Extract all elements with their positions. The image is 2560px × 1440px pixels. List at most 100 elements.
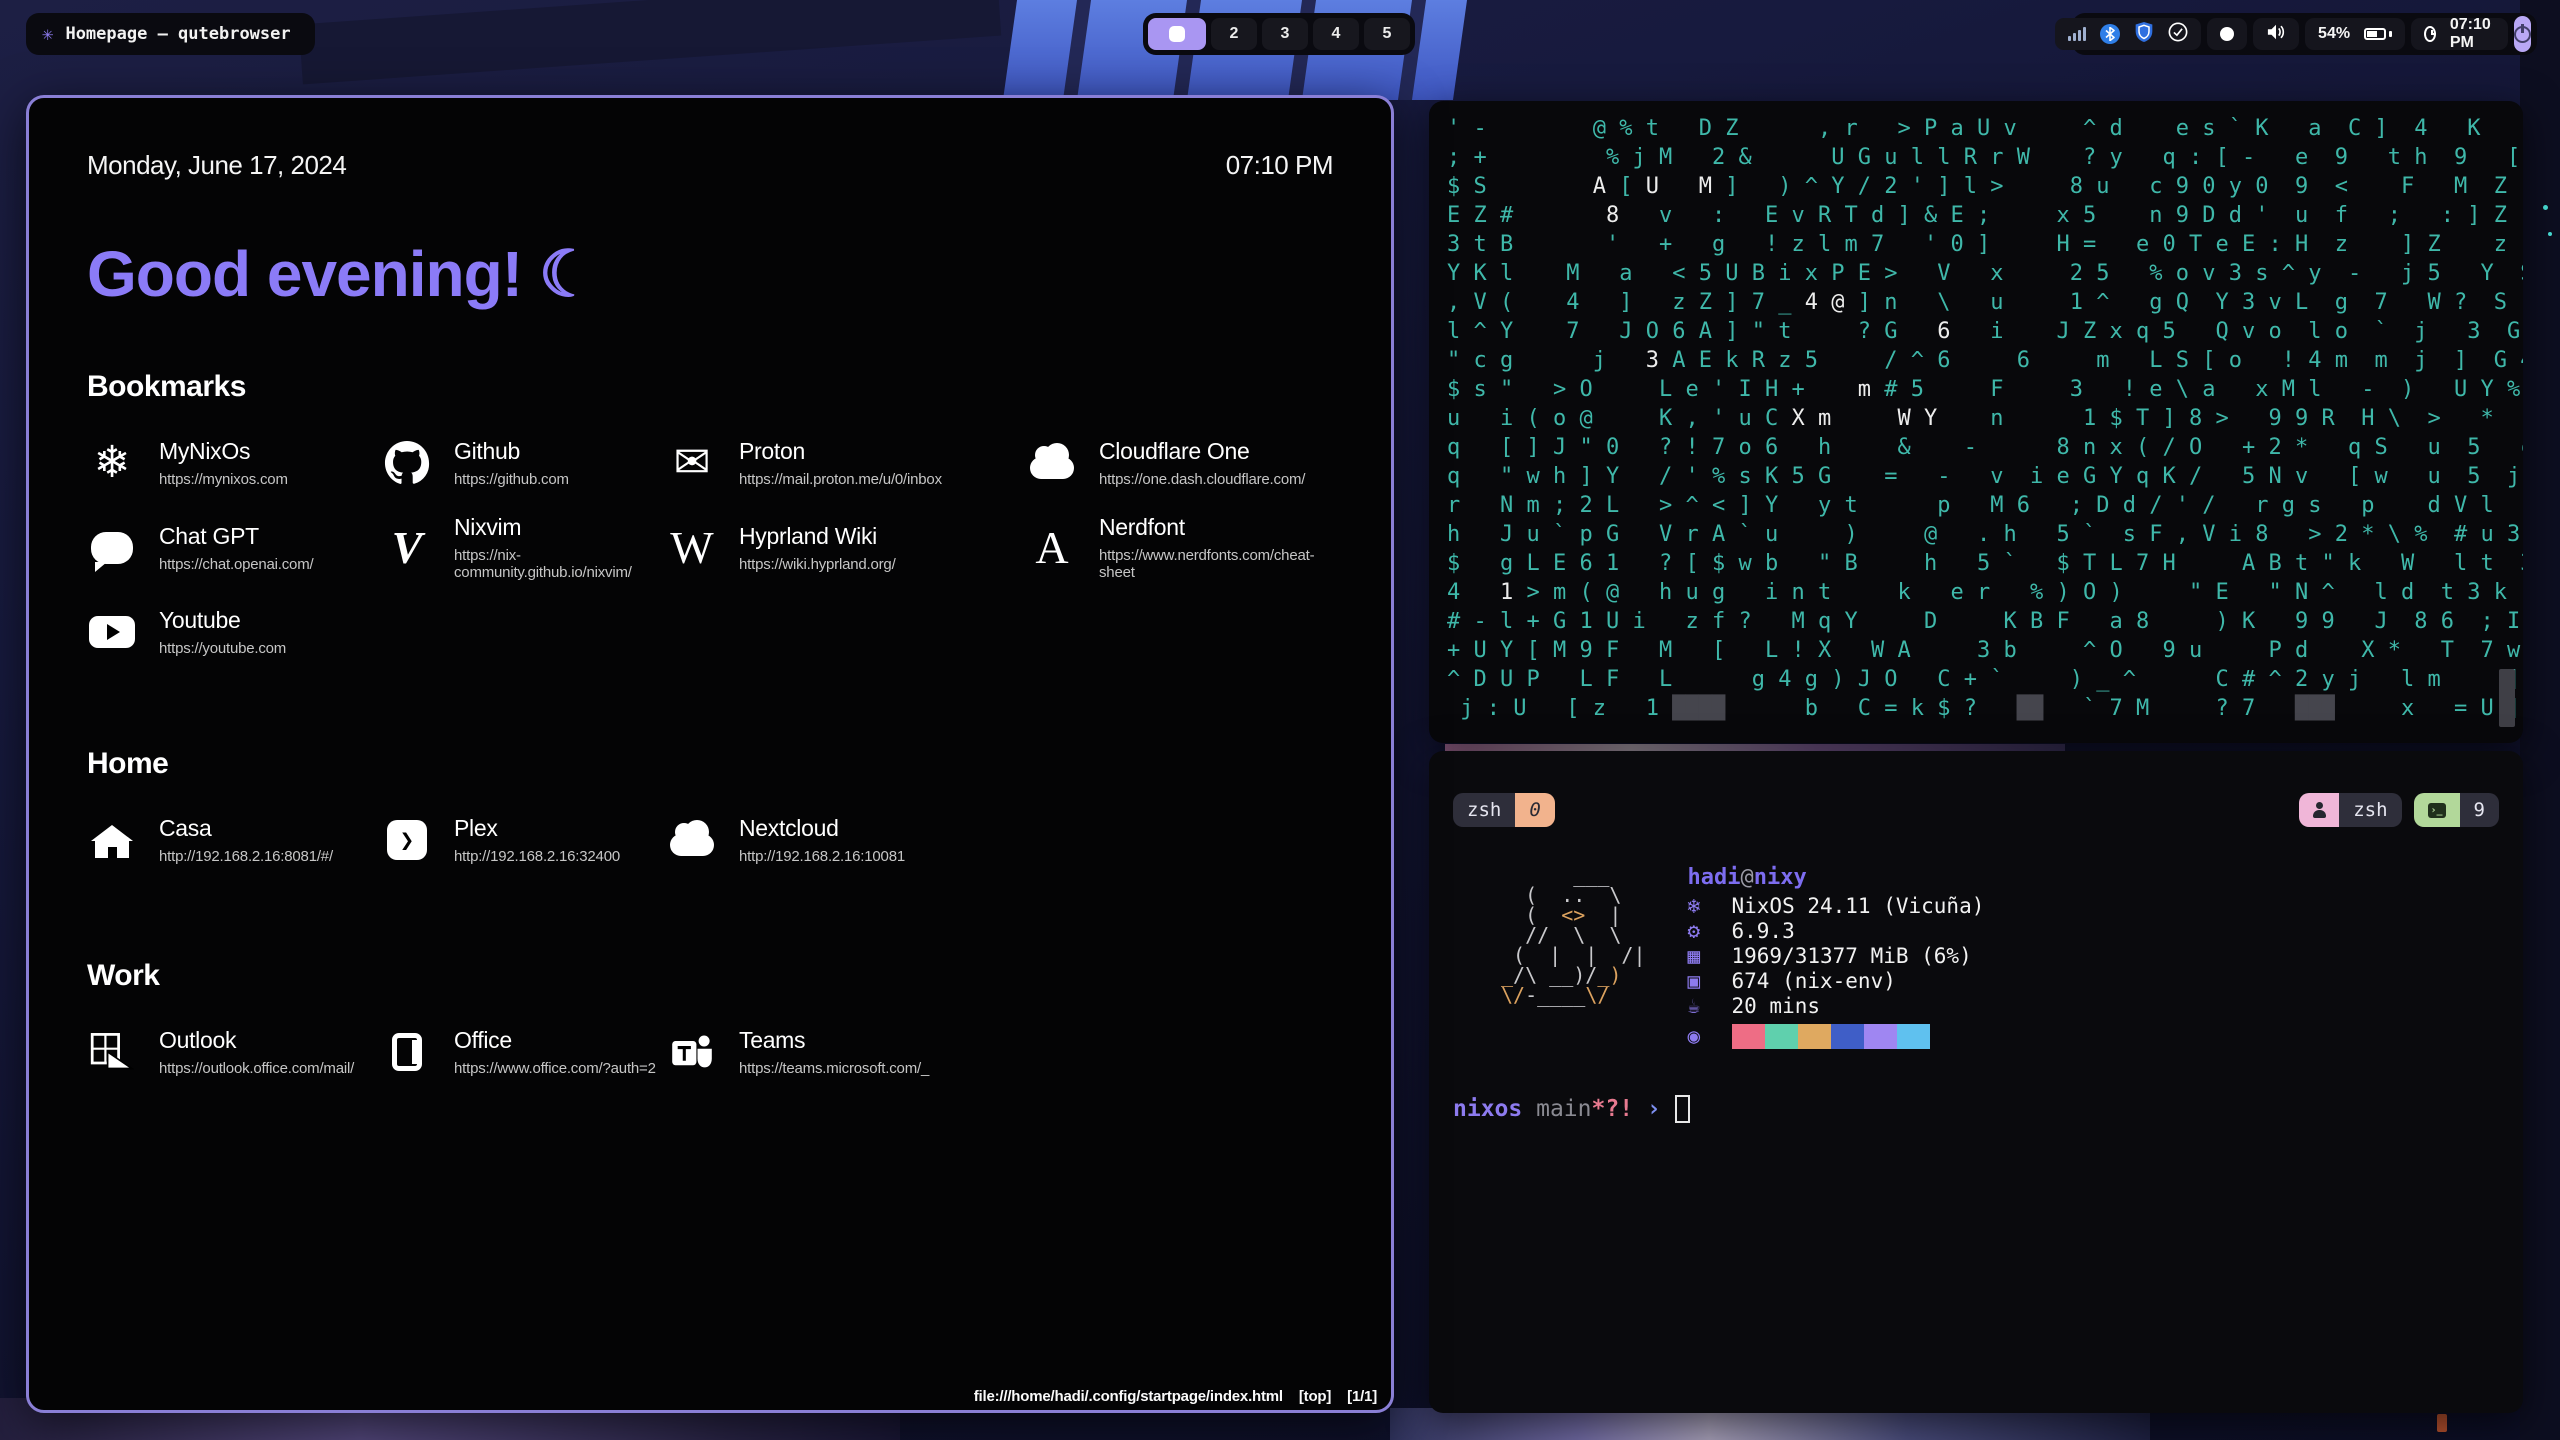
tray-time: 07:10 PM bbox=[2450, 16, 2495, 52]
nixos-icon: ❄ bbox=[1688, 894, 1732, 919]
bookmark-youtube[interactable]: Youtubehttps://youtube.com bbox=[87, 607, 382, 657]
bookmark-texts: Casahttp://192.168.2.16:8081/#/ bbox=[159, 815, 333, 865]
bookmark-texts: Plexhttp://192.168.2.16:32400 bbox=[454, 815, 620, 865]
workspace-switcher[interactable]: 2345 bbox=[1143, 13, 1415, 55]
terminal-tabbar: zsh 0 zsh ›_ 9 bbox=[1453, 793, 2499, 827]
packages-icon: ▣ bbox=[1688, 969, 1732, 994]
section-home: Home Casahttp://192.168.2.16:8081/#/ ❯ Plex… bbox=[87, 747, 1333, 865]
bookmark-title: Nextcloud bbox=[739, 815, 905, 842]
matrix-line: E Z # 8 v : E v R T d ] & E ; x 5 n 9 D … bbox=[1447, 203, 2505, 232]
power-button[interactable] bbox=[2514, 16, 2531, 52]
bookmark-title: Plex bbox=[454, 815, 620, 842]
workspace-5[interactable]: 5 bbox=[1364, 18, 1410, 50]
bookmark-teams[interactable]: Teamshttps://teams.microsoft.com/_ bbox=[667, 1027, 1027, 1077]
office-icon bbox=[382, 1027, 432, 1077]
bookmark-url: https://mail.proton.me/u/0/inbox bbox=[739, 471, 942, 488]
fetch-host-line: hadi@nixy bbox=[1688, 865, 1985, 890]
section-work: Work Outlookhttps://outlook.office.com/ma… bbox=[87, 959, 1333, 1077]
tray-clock[interactable]: 07:10 PM bbox=[2411, 18, 2508, 50]
bookmark-title: Github bbox=[454, 438, 569, 465]
bookmark-nextcloud[interactable]: Nextcloudhttp://192.168.2.16:10081 bbox=[667, 815, 1027, 865]
fetch-palette-row: ◉ bbox=[1688, 1024, 1985, 1049]
matrix-line: r N m ; 2 L > ^ < ] Y y t p M 6 ; D d / … bbox=[1447, 493, 2505, 522]
workspace-3[interactable]: 3 bbox=[1262, 18, 1308, 50]
matrix-line: ^ D U P L F L g 4 g ) J O C + ` ) _ ^ C … bbox=[1447, 667, 2505, 696]
system-tray[interactable]: 54% 07:10 PM bbox=[2072, 13, 2537, 55]
volume-icon bbox=[2266, 23, 2286, 46]
bookmark-title: Youtube bbox=[159, 607, 286, 634]
bookmark-texts: Nextcloudhttp://192.168.2.16:10081 bbox=[739, 815, 905, 865]
bookmark-mynixos[interactable]: ❄MyNixOshttps://mynixos.com bbox=[87, 438, 382, 488]
window-title-pill[interactable]: ✳ Homepage – qutebrowser bbox=[26, 13, 315, 55]
session-user-badge[interactable]: zsh bbox=[2299, 793, 2401, 827]
prompt-arrow: › bbox=[1633, 1096, 1661, 1122]
cursor bbox=[1675, 1095, 1690, 1123]
workspace-2[interactable]: 2 bbox=[1211, 18, 1257, 50]
matrix-line: ' - @ % t D Z , r > P a U v ^ d e s ` K … bbox=[1447, 116, 2505, 145]
prompt-branch: main bbox=[1522, 1096, 1591, 1122]
teams-icon bbox=[667, 1027, 717, 1077]
matrix-terminal-window[interactable]: ' - @ % t D Z , r > P a U v ^ d e s ` K … bbox=[1429, 101, 2523, 743]
bookmark-cloudflare-one[interactable]: Cloudflare Onehttps://one.dash.cloudflar… bbox=[1027, 438, 1333, 488]
kernel-icon: ⚙ bbox=[1688, 919, 1732, 944]
github-icon bbox=[382, 438, 432, 488]
vim-icon: V bbox=[382, 523, 432, 573]
bookmark-texts: Chat GPThttps://chat.openai.com/ bbox=[159, 523, 313, 573]
tray-battery[interactable]: 54% bbox=[2305, 18, 2405, 50]
tray-volume[interactable] bbox=[2253, 18, 2299, 50]
qutebrowser-window[interactable]: Monday, June 17, 2024 07:10 PM Good even… bbox=[26, 95, 1394, 1413]
zsh-terminal-window[interactable]: zsh 0 zsh ›_ 9 ___ ( .. \ ( <> | // \ \ … bbox=[1429, 751, 2523, 1413]
bookmark-title: Nerdfont bbox=[1099, 514, 1333, 541]
section-title: Bookmarks bbox=[87, 370, 1333, 404]
bookmark-url: https://one.dash.cloudflare.com/ bbox=[1099, 471, 1305, 488]
session-count-badge[interactable]: ›_ 9 bbox=[2414, 793, 2499, 827]
bookmark-title: Outlook bbox=[159, 1027, 354, 1054]
tray-recorder[interactable] bbox=[2207, 18, 2247, 50]
bluetooth-icon bbox=[2100, 24, 2120, 44]
greeting: Good evening! ☾ bbox=[87, 237, 1333, 312]
statusbar-count: [1/1] bbox=[1347, 1388, 1377, 1405]
bookmark-texts: Nerdfonthttps://www.nerdfonts.com/cheat-… bbox=[1099, 514, 1333, 581]
section-title: Work bbox=[87, 959, 1333, 993]
bookmark-github[interactable]: Githubhttps://github.com bbox=[382, 438, 667, 488]
bookmark-outlook[interactable]: Outlookhttps://outlook.office.com/mail/ bbox=[87, 1027, 382, 1077]
bookmark-plex[interactable]: ❯ Plexhttp://192.168.2.16:32400 bbox=[382, 815, 667, 865]
matrix-line: $ g L E 6 1 ? [ $ w b " B h 5 ` $ T L 7 … bbox=[1447, 551, 2505, 580]
bookmark-texts: Youtubehttps://youtube.com bbox=[159, 607, 286, 657]
bookmark-title: Office bbox=[454, 1027, 656, 1054]
bookmark-url: https://chat.openai.com/ bbox=[159, 556, 313, 573]
battery-percent: 54% bbox=[2318, 25, 2350, 43]
matrix-line: u i ( o @ K , ' u C X m W Y n 1 $ T ] 8 … bbox=[1447, 406, 2505, 435]
matrix-line: 4 1 > m ( @ h u g i n t k e r % ) O ) " … bbox=[1447, 580, 2505, 609]
bookmark-url: https://wiki.hyprland.org/ bbox=[739, 556, 896, 573]
matrix-line: q " w h ] Y / ' % s K 5 G = - v i e G Y … bbox=[1447, 464, 2505, 493]
matrix-line: + U Y [ M 9 F M [ L ! X W A 3 b ^ O 9 u … bbox=[1447, 638, 2505, 667]
section-grid: Casahttp://192.168.2.16:8081/#/ ❯ Plexhttp… bbox=[87, 815, 1333, 865]
plex-icon: ❯ bbox=[382, 815, 432, 865]
tab-name: zsh bbox=[1453, 793, 1515, 827]
matrix-scrollbar[interactable] bbox=[2499, 669, 2515, 727]
bookmark-nixvim[interactable]: VNixvimhttps://nix-community.github.io/n… bbox=[382, 514, 667, 581]
tab-zsh[interactable]: zsh 0 bbox=[1453, 793, 1555, 827]
terminal-icon: ›_ bbox=[2428, 803, 2446, 818]
matrix-line: q [ ] J " 0 ? ! 7 o 6 h & - 8 n x ( / O … bbox=[1447, 435, 2505, 464]
wallpaper-roof bbox=[299, 0, 1001, 84]
check-circle-icon bbox=[2168, 22, 2188, 47]
bookmark-title: Casa bbox=[159, 815, 333, 842]
matrix-line: 3 t B ' + g ! z l m 7 ' 0 ] H = e 0 T e … bbox=[1447, 232, 2505, 261]
bookmark-texts: MyNixOshttps://mynixos.com bbox=[159, 438, 288, 488]
tray-status-icons[interactable] bbox=[2055, 18, 2201, 50]
shell-prompt[interactable]: nixos main*?! › bbox=[1453, 1095, 2499, 1123]
workspace-4[interactable]: 4 bbox=[1313, 18, 1359, 50]
bookmark-nerdfont[interactable]: ANerdfonthttps://www.nerdfonts.com/cheat… bbox=[1027, 514, 1333, 581]
bookmark-office[interactable]: Officehttps://www.office.com/?auth=2 bbox=[382, 1027, 667, 1077]
power-icon bbox=[2514, 26, 2531, 43]
bookmark-chat-gpt[interactable]: Chat GPThttps://chat.openai.com/ bbox=[87, 514, 382, 581]
bookmark-hyprland-wiki[interactable]: WHyprland Wikihttps://wiki.hyprland.org/ bbox=[667, 514, 1027, 581]
bookmark-casa[interactable]: Casahttp://192.168.2.16:8081/#/ bbox=[87, 815, 382, 865]
bookmark-title: Hyprland Wiki bbox=[739, 523, 896, 550]
section-title: Home bbox=[87, 747, 1333, 781]
workspace-1[interactable] bbox=[1148, 18, 1206, 50]
active-workspace-dot bbox=[1169, 26, 1185, 42]
bookmark-proton[interactable]: ✉Protonhttps://mail.proton.me/u/0/inbox bbox=[667, 438, 1027, 488]
